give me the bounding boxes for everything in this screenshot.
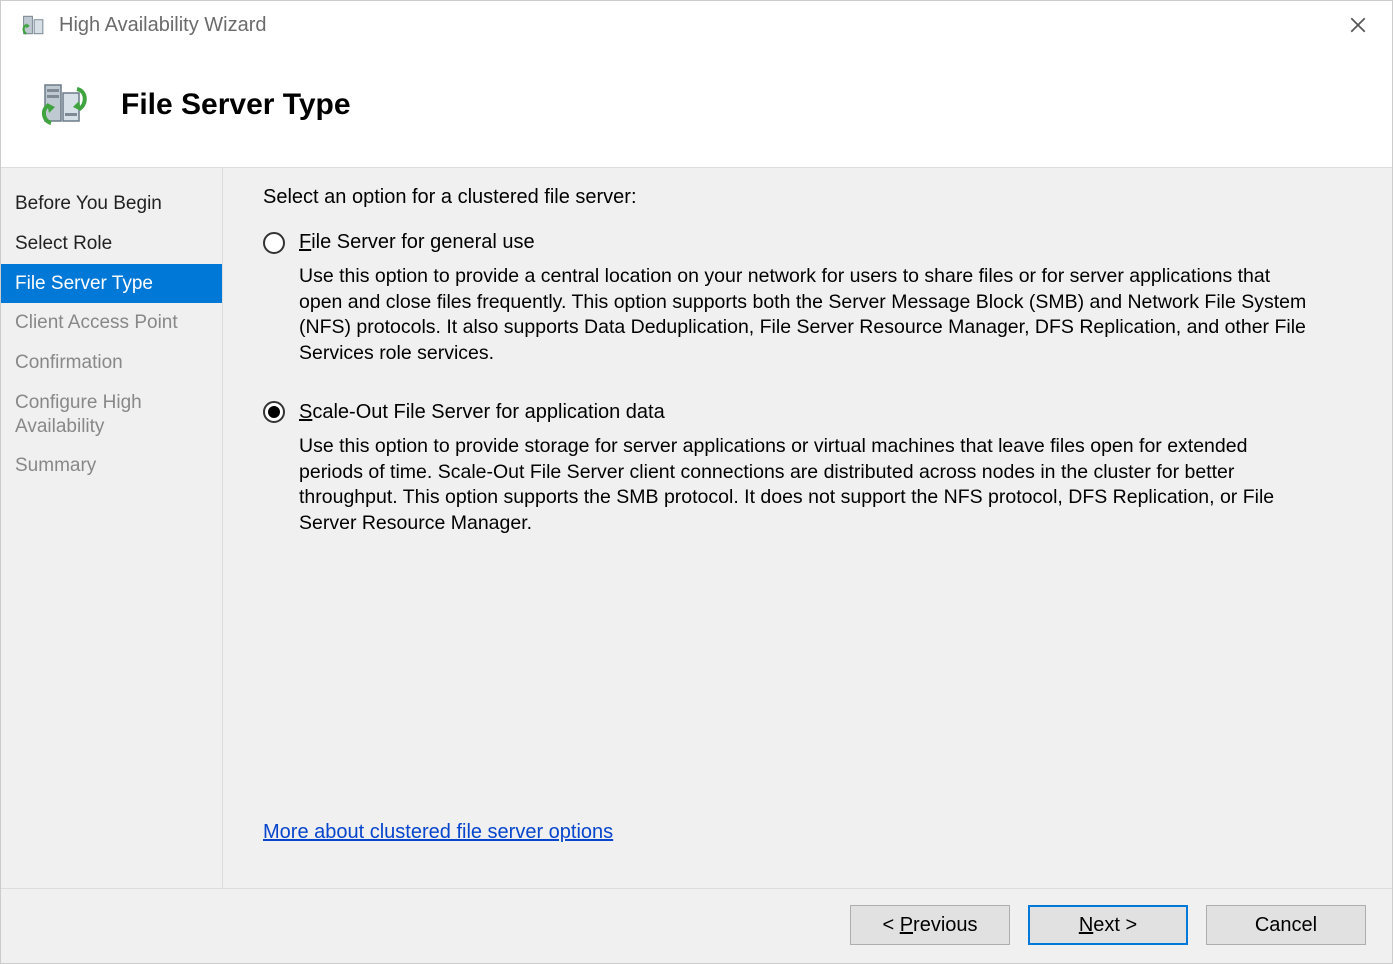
option-scale-out[interactable]: Scale-Out File Server for application da… — [263, 401, 1362, 537]
wizard-steps-sidebar: Before You Begin Select Role File Server… — [1, 168, 223, 888]
titlebar: High Availability Wizard — [1, 1, 1392, 49]
wizard-main-panel: Select an option for a clustered file se… — [223, 168, 1392, 888]
help-link-more-about[interactable]: More about clustered file server options — [263, 821, 1362, 844]
wizard-header: File Server Type — [1, 49, 1392, 167]
option-scale-out-label: Scale-Out File Server for application da… — [299, 401, 665, 424]
option-general-use[interactable]: File Server for general use Use this opt… — [263, 231, 1362, 367]
sidebar-item-before-you-begin[interactable]: Before You Begin — [1, 184, 222, 224]
cancel-button[interactable]: Cancel — [1206, 905, 1366, 945]
sidebar-item-client-access-point[interactable]: Client Access Point — [1, 303, 222, 343]
option-general-description: Use this option to provide a central loc… — [299, 264, 1309, 367]
radio-general-use[interactable] — [263, 232, 285, 254]
wizard-step-icon — [37, 77, 93, 133]
prompt-text: Select an option for a clustered file se… — [263, 186, 1362, 209]
wizard-window: High Availability Wizard File Server Typ… — [0, 0, 1393, 964]
wizard-button-row: < Previous Next > Cancel — [1, 888, 1392, 963]
sidebar-item-file-server-type[interactable]: File Server Type — [1, 264, 222, 304]
wizard-app-icon — [21, 11, 49, 39]
sidebar-item-select-role[interactable]: Select Role — [1, 224, 222, 264]
window-title: High Availability Wizard — [59, 14, 1334, 37]
option-general-label: File Server for general use — [299, 231, 535, 254]
sidebar-item-summary[interactable]: Summary — [1, 446, 222, 486]
previous-button[interactable]: < Previous — [850, 905, 1010, 945]
option-general-header[interactable]: File Server for general use — [263, 231, 1362, 254]
next-button[interactable]: Next > — [1028, 905, 1188, 945]
wizard-body: Before You Begin Select Role File Server… — [1, 167, 1392, 888]
close-button[interactable] — [1334, 1, 1382, 49]
option-scale-out-description: Use this option to provide storage for s… — [299, 434, 1309, 537]
sidebar-item-configure-high-availability[interactable]: Configure High Availability — [1, 383, 222, 447]
page-title: File Server Type — [121, 88, 351, 122]
option-scale-out-header[interactable]: Scale-Out File Server for application da… — [263, 401, 1362, 424]
radio-scale-out[interactable] — [263, 401, 285, 423]
sidebar-item-confirmation[interactable]: Confirmation — [1, 343, 222, 383]
